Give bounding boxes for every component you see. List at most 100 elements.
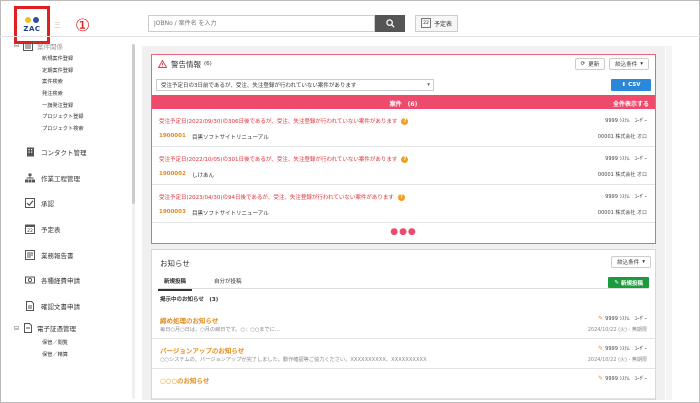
new-post-button[interactable]: ✎ 新規投稿 <box>608 277 649 288</box>
project-code-link[interactable]: 1900001 <box>159 133 186 139</box>
sidebar-group-label: 案件関係 <box>37 42 64 51</box>
alert-message-text: 受注予定日(2022/10/05)の301日後であるが、受注、失注登録が行われて… <box>159 157 398 163</box>
alert-select-value: 受注予定日の3日前であるが、受注、失注登録が行われていない案件があります <box>161 83 357 89</box>
news-item-user: ✎ 9999 ｼｽﾃﾑ ﾕｰｻﾞｰ <box>598 375 647 382</box>
csv-button[interactable]: ⬇ CSV <box>611 79 651 91</box>
list-icon <box>23 40 34 51</box>
sidebar-item-workflow[interactable]: 作業工程管理 <box>14 165 134 191</box>
sidebar-subitem[interactable]: 案件検索 <box>14 76 134 88</box>
news-item-user: ✎ 9999 ｼｽﾃﾑ ﾕｰｻﾞｰ <box>598 345 647 352</box>
project-name: 目黒ソフトサイトリニューアル <box>192 211 269 217</box>
news-item-title[interactable]: 締め処理のお知らせ <box>160 315 218 325</box>
news-panel: お知らせ 絞込条件 ▾ 新規投稿 自分が投稿 ✎ 新規投稿 掲示中のお知らせ (… <box>151 249 656 400</box>
checkbox-icon <box>25 198 35 209</box>
caret-down-icon: ▾ <box>640 61 643 67</box>
alert-message: 受注予定日(2023/04/30)の94日後であるが、受注、失注登録が行われてい… <box>159 193 405 201</box>
schedule-button[interactable]: 22 予定表 <box>415 14 459 32</box>
tab-divider <box>158 288 649 289</box>
alert-count: (6) <box>204 61 212 67</box>
main-scrollbar[interactable] <box>666 46 672 400</box>
org-chart-icon <box>25 173 35 183</box>
sidebar-scrollbar[interactable] <box>132 44 135 204</box>
user-name: 9999 ｼｽﾃﾑ ﾕｰｻﾞｰ <box>605 194 647 200</box>
alert-message-text: 受注予定日(2022/09/30)の306日後であるが、受注、失注登録が行われて… <box>159 119 398 125</box>
sidebar-subitem[interactable]: 定期案件登録 <box>14 65 134 77</box>
alert-panel: 警告情報 (6) ⟳ 更新 絞込条件 ▾ 受注予定日の3日前であるが、受注、失注… <box>151 54 656 244</box>
menu-toggle-icon[interactable]: 三 <box>54 20 61 30</box>
sidebar-group-evidence[interactable]: ⊟ 電子証憑管理 <box>14 323 134 334</box>
alert-message: 受注予定日(2022/10/05)の301日後であるが、受注、失注登録が行われて… <box>159 155 409 163</box>
search-input[interactable] <box>148 14 375 32</box>
news-item[interactable]: 締め処理のお知らせ 毎日○月○日は、○月の締日です。○：○○までに… ✎ 9999… <box>152 309 655 339</box>
show-all-link[interactable]: 全件表示する <box>613 99 649 108</box>
zac-logo[interactable]: ZAC <box>14 6 50 44</box>
alert-row[interactable]: 受注予定日(2022/10/05)の301日後であるが、受注、失注登録が行われて… <box>152 147 655 185</box>
help-icon[interactable]: ? <box>397 193 405 201</box>
posted-heading: 掲示中のお知らせ (3) <box>160 297 219 303</box>
top-bar: 22 予定表 <box>148 14 459 32</box>
sidebar-item-approval[interactable]: 承認 <box>14 191 134 217</box>
alert-row[interactable]: 受注予定日(2023/04/30)の94日後であるが、受注、失注登録が行われてい… <box>152 185 655 223</box>
load-more-button[interactable]: ●●● <box>152 227 655 237</box>
company-name: 00001 株式会社 オロ <box>597 172 647 178</box>
refresh-label: 更新 <box>588 62 600 68</box>
sidebar-item-schedule[interactable]: 22 予定表 <box>14 216 134 242</box>
help-icon[interactable]: ? <box>401 117 409 125</box>
project-name: しけあん <box>192 173 215 179</box>
alert-type-select[interactable]: 受注予定日の3日前であるが、受注、失注登録が行われていない案件があります ▾ <box>156 79 434 91</box>
alert-message-text: 受注予定日(2023/04/30)の94日後であるが、受注、失注登録が行われてい… <box>159 195 394 201</box>
sidebar-item-contact[interactable]: コンタクト管理 <box>14 139 134 165</box>
user-name: 9999 ｼｽﾃﾑ ﾕｰｻﾞｰ <box>605 156 647 162</box>
sidebar-item-expense[interactable]: 各種経費申請 <box>14 268 134 294</box>
project-code-link[interactable]: 1900003 <box>159 209 186 215</box>
news-item-user-name: 9999 ｼｽﾃﾑ ﾕｰｻﾞｰ <box>605 316 647 322</box>
download-icon: ⬇ <box>621 82 627 88</box>
project-name: 目黒ソフトサイトリニューアル <box>192 135 269 141</box>
project-code-link[interactable]: 1900002 <box>159 171 186 177</box>
calendar-icon: 22 <box>421 18 431 28</box>
news-item-user-name: 9999 ｼｽﾃﾑ ﾕｰｻﾞｰ <box>605 346 647 352</box>
sidebar-subitem[interactable]: 一旗発注登録 <box>14 99 134 111</box>
alert-title: 警告情報 <box>171 59 201 69</box>
document-icon <box>24 323 33 334</box>
sidebar-item-report[interactable]: 業務報告書 <box>14 242 134 268</box>
user-name: 9999 ｼｽﾃﾑ ﾕｰｻﾞｰ <box>605 118 647 124</box>
caret-down-icon: ▾ <box>642 259 645 265</box>
calendar-icon: 22 <box>25 224 35 235</box>
sidebar-group-label: 電子証憑管理 <box>37 325 77 334</box>
news-item-body: 毎日○月○日は、○月の締日です。○：○○までに… <box>160 327 281 333</box>
search-button[interactable] <box>375 14 405 32</box>
alert-filter-button[interactable]: 絞込条件 ▾ <box>609 58 649 70</box>
sidebar-subitem[interactable]: プロジェクト検索 <box>14 123 134 135</box>
logo-text: ZAC <box>23 25 41 33</box>
news-item-date: 2024/10/22 (火) - 無期限 <box>587 327 647 333</box>
sidebar-subitem[interactable]: 発注検索 <box>14 88 134 100</box>
sidebar-subitem[interactable]: プロジェクト登録 <box>14 111 134 123</box>
refresh-button[interactable]: ⟳ 更新 <box>574 58 606 70</box>
news-item[interactable]: バージョンアップのお知らせ ○○システムの、バージョンアップが完了しました。動作… <box>152 339 655 369</box>
sidebar-item-label: 業務報告書 <box>41 251 74 260</box>
pencil-icon: ✎ <box>614 279 619 286</box>
collapse-icon: ⊟ <box>14 324 20 332</box>
alert-row[interactable]: 受注予定日(2022/09/30)の306日後であるが、受注、失注登録が行われて… <box>152 109 655 147</box>
news-title: お知らせ <box>160 259 190 268</box>
sidebar-subitem[interactable]: 保管／閲覧 <box>14 337 134 349</box>
new-post-label: 新規投稿 <box>620 280 643 287</box>
sidebar: ⊟ 案件関係 新規案件登録 定期案件登録 案件検索 発注検索 一旗発注登録 プロ… <box>14 40 134 360</box>
sidebar-group-projects[interactable]: ⊟ 案件関係 <box>14 40 134 51</box>
logo-dots-icon <box>25 17 39 23</box>
pencil-icon: ✎ <box>598 375 604 382</box>
news-filter-button[interactable]: 絞込条件 ▾ <box>611 256 651 268</box>
news-item-title[interactable]: バージョンアップのお知らせ <box>160 345 244 355</box>
company-name: 00001 株式会社 オロ <box>597 210 647 216</box>
sidebar-item-confirm-doc[interactable]: 確認文書申請 <box>14 293 134 319</box>
news-item[interactable]: ○○○のお知らせ ✎ 9999 ｼｽﾃﾑ ﾕｰｻﾞｰ <box>152 369 655 399</box>
alert-header: 警告情報 (6) ⟳ 更新 絞込条件 ▾ <box>152 55 655 73</box>
news-filter-label: 絞込条件 <box>617 260 640 266</box>
sidebar-subitem[interactable]: 保管／精算 <box>14 349 134 361</box>
sidebar-subitem[interactable]: 新規案件登録 <box>14 53 134 65</box>
header-divider <box>0 36 700 37</box>
news-item-title[interactable]: ○○○のお知らせ <box>160 375 209 385</box>
pencil-icon: ✎ <box>598 315 604 322</box>
help-icon[interactable]: ? <box>401 155 409 163</box>
